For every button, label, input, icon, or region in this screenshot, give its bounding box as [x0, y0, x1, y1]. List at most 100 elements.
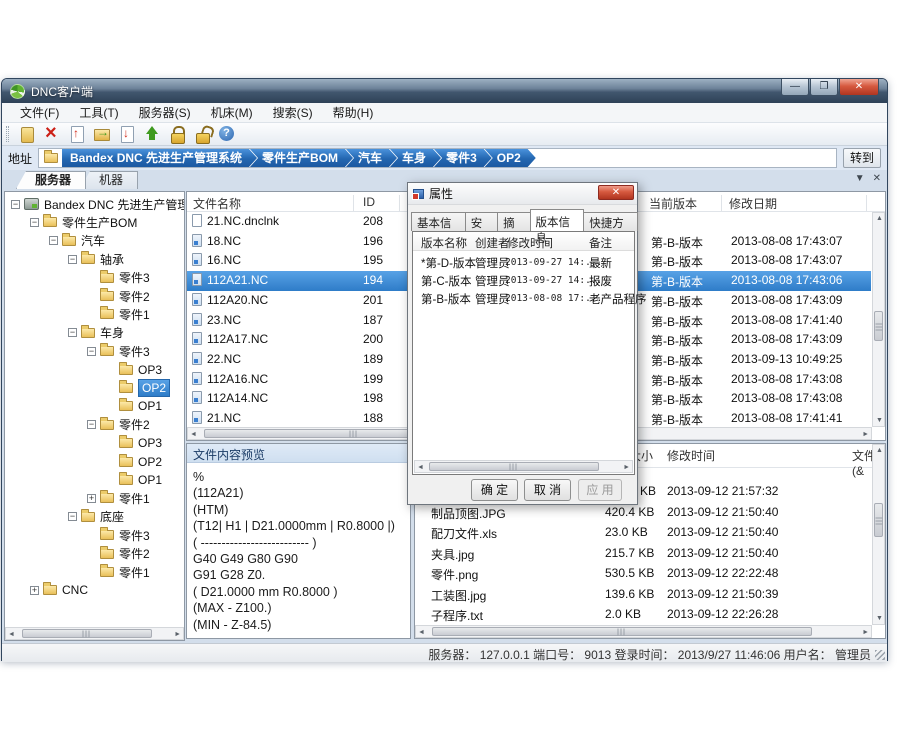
title-bar[interactable]: DNC客户端 — ❐ ✕: [2, 79, 887, 103]
tree-hscrollbar[interactable]: ◄►: [5, 627, 184, 640]
tab-basic-info[interactable]: 基本信息: [411, 212, 466, 231]
resize-grip[interactable]: [875, 650, 885, 660]
menu-item[interactable]: 帮助(H): [323, 104, 384, 121]
tree-toggle[interactable]: −: [87, 347, 96, 356]
panel-dropdown-icon[interactable]: ▼: [855, 173, 865, 184]
panel-close-icon[interactable]: ✕: [873, 173, 881, 184]
tab-version-info[interactable]: 版本信息: [530, 209, 585, 231]
menu-item[interactable]: 机床(M): [201, 104, 263, 121]
version-row[interactable]: *第-D-版本管理员2013-09-27 14:...最新: [413, 253, 634, 271]
cancel-button[interactable]: 取 消: [524, 479, 571, 501]
attached-file-row[interactable]: 工装图.jpg139.6 KB2013-09-12 21:50:39: [415, 585, 871, 606]
tab-shortcut[interactable]: 快捷方式: [583, 212, 638, 231]
delete-icon[interactable]: [43, 125, 61, 143]
file-version: 第-B-版本: [651, 313, 703, 330]
tree-toggle[interactable]: −: [11, 200, 20, 209]
tree-item[interactable]: +OP2: [5, 379, 185, 397]
tree-item[interactable]: −汽车: [5, 232, 185, 250]
breadcrumb-segment[interactable]: 零件3: [433, 148, 492, 168]
tree-item[interactable]: +OP3: [5, 434, 185, 452]
tree-toggle[interactable]: +: [87, 494, 96, 503]
apply-button[interactable]: 应 用: [578, 479, 622, 501]
attached-file-row[interactable]: 子程序.txt2.0 KB2013-09-12 22:26:28: [415, 605, 871, 626]
tree-item[interactable]: +零件3: [5, 526, 185, 544]
tree-item[interactable]: +零件1: [5, 563, 185, 581]
attached-file-row[interactable]: 配刀文件.xls23.0 KB2013-09-12 21:50:40: [415, 523, 871, 544]
upload-icon[interactable]: [143, 125, 161, 143]
attached-file-row[interactable]: 夹具.jpg215.7 KB2013-09-12 21:50:40: [415, 544, 871, 565]
tree-item[interactable]: +零件3: [5, 269, 185, 287]
maximize-button[interactable]: ❐: [810, 79, 838, 96]
tab-summary[interactable]: 摘要: [497, 212, 530, 231]
tree-item[interactable]: −车身: [5, 324, 185, 342]
file-name: 18.NC: [207, 234, 241, 248]
lock-icon[interactable]: [168, 125, 186, 143]
version-list-header[interactable]: 版本名称 创建者 修改时间 备注: [413, 232, 634, 251]
tree-toggle[interactable]: −: [49, 236, 58, 245]
col-id: ID: [363, 195, 375, 209]
file-icon: [192, 273, 202, 286]
menu-item[interactable]: 文件(F): [10, 104, 69, 121]
toolbar-grip[interactable]: [6, 126, 9, 142]
open-folder-icon[interactable]: [93, 125, 111, 143]
file-list-vscrollbar[interactable]: ▲▼: [872, 212, 885, 427]
tree-item[interactable]: +OP1: [5, 397, 185, 415]
tab-machine[interactable]: 机器: [80, 171, 138, 189]
close-button[interactable]: ✕: [839, 79, 879, 96]
tree-item[interactable]: +CNC: [5, 581, 185, 599]
new-file-icon[interactable]: [18, 125, 36, 143]
attached-files-vscrollbar[interactable]: ▲▼: [872, 444, 885, 625]
version-row[interactable]: 第-C-版本管理员2013-09-27 14:...报废: [413, 271, 634, 289]
attached-file-row[interactable]: 零件.png530.5 KB2013-09-12 22:22:48: [415, 564, 871, 585]
tree-toggle[interactable]: −: [68, 255, 77, 264]
tree-toggle[interactable]: −: [30, 218, 39, 227]
tree-item[interactable]: +OP3: [5, 361, 185, 379]
tree-item[interactable]: +零件2: [5, 287, 185, 305]
preview-content: %(112A21)(HTM)(T12| H1 | D21.0000mm | R0…: [187, 463, 410, 633]
tree-item[interactable]: +OP1: [5, 471, 185, 489]
tree-item[interactable]: − 底座: [5, 508, 185, 526]
tree-item[interactable]: −零件3: [5, 342, 185, 360]
minimize-button[interactable]: —: [781, 79, 809, 96]
ok-button[interactable]: 确 定: [471, 479, 518, 501]
col-version-name: 版本名称: [421, 235, 467, 251]
tree-item-label: OP3: [138, 436, 162, 450]
tree-item-label: 零件3: [119, 269, 150, 286]
tree-item[interactable]: +零件2: [5, 545, 185, 563]
file-date: 2013-08-08 17:43:07: [731, 253, 842, 267]
tab-security[interactable]: 安全: [465, 212, 498, 231]
menu-item[interactable]: 搜索(S): [263, 104, 323, 121]
dialog-close-button[interactable]: ✕: [598, 185, 634, 200]
breadcrumb-segment[interactable]: 零件生产BOM: [249, 148, 353, 168]
tree-toggle[interactable]: −: [68, 512, 77, 521]
tree-item[interactable]: −Bandex DNC 先进生产管理系统: [5, 195, 185, 213]
attached-file-row[interactable]: 制品顶图.JPG420.4 KB2013-09-12 21:50:40: [415, 503, 871, 524]
attached-files-hscrollbar[interactable]: ◄►: [415, 625, 872, 638]
help-icon[interactable]: [218, 125, 236, 143]
menu-item[interactable]: 工具(T): [69, 104, 128, 121]
menu-item[interactable]: 服务器(S): [129, 104, 201, 121]
version-note: 老产品程序: [589, 291, 647, 307]
dialog-title-bar[interactable]: 属性 ✕: [408, 183, 637, 205]
tab-server[interactable]: 服务器: [16, 171, 86, 189]
checkin-file-icon[interactable]: [68, 125, 86, 143]
tree-item[interactable]: +零件1: [5, 305, 185, 323]
checkout-file-icon[interactable]: [118, 125, 136, 143]
tree-item-label: 底座: [100, 508, 124, 525]
tree-item[interactable]: +OP2: [5, 453, 185, 471]
go-button[interactable]: 转到: [843, 148, 881, 168]
version-row[interactable]: 第-B-版本管理员2013-08-08 17:...老产品程序: [413, 289, 634, 307]
tree-item[interactable]: −零件生产BOM: [5, 213, 185, 231]
tree-toggle[interactable]: −: [87, 420, 96, 429]
tree-item[interactable]: −轴承: [5, 250, 185, 268]
breadcrumb-segment[interactable]: Bandex DNC 先进生产管理系统: [62, 148, 257, 168]
col-note: 备注: [589, 235, 612, 251]
tree-item[interactable]: +零件1: [5, 489, 185, 507]
unlock-icon[interactable]: [193, 125, 211, 143]
folder-icon: [100, 291, 114, 301]
version-list-hscrollbar[interactable]: ◄►: [414, 460, 633, 473]
breadcrumb[interactable]: Bandex DNC 先进生产管理系统零件生产BOM汽车车身零件3OP2: [38, 148, 837, 168]
tree-toggle[interactable]: +: [30, 586, 39, 595]
tree-item[interactable]: −零件2: [5, 416, 185, 434]
tree-toggle[interactable]: −: [68, 328, 77, 337]
